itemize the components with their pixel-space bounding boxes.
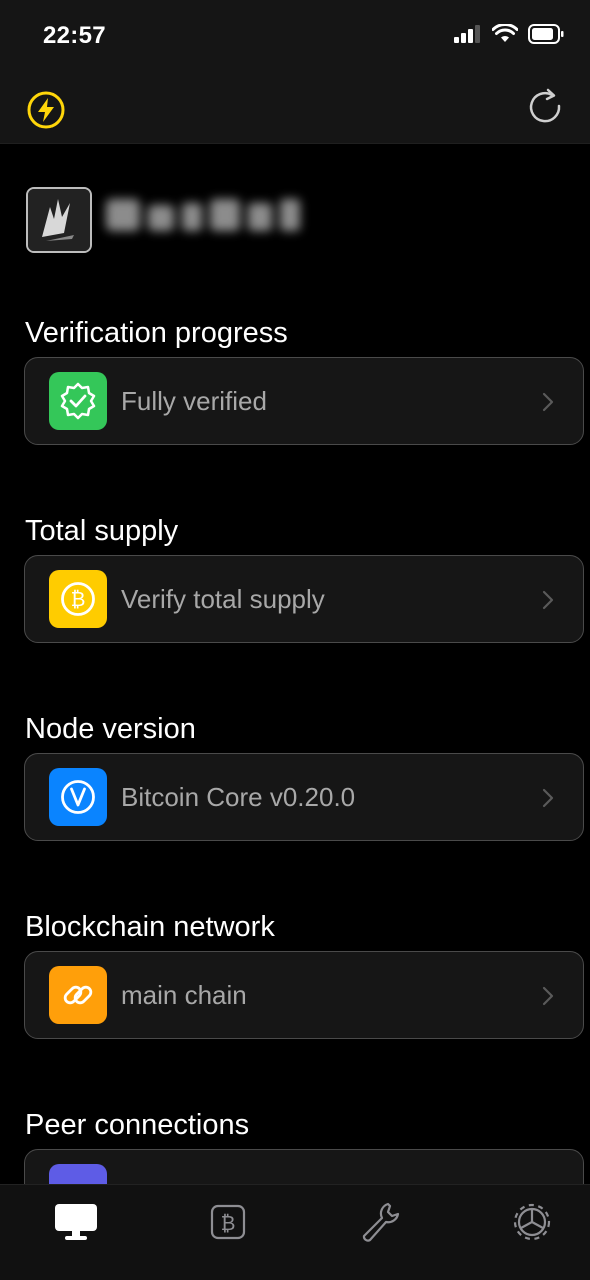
node-name-redacted <box>106 193 306 247</box>
svg-text:₿: ₿ <box>71 587 86 611</box>
row-label: main chain <box>121 979 247 1010</box>
total-supply-row[interactable]: ₿ Verify total supply <box>24 555 584 643</box>
tab-settings[interactable] <box>506 1197 558 1247</box>
top-bar <box>0 76 590 144</box>
peer-connections-row[interactable] <box>24 1149 584 1185</box>
section-title: Blockchain network <box>25 911 275 943</box>
section-title: Peer connections <box>25 1109 250 1141</box>
row-label: Fully verified <box>121 385 267 416</box>
status-time: 22:57 <box>43 22 106 49</box>
verified-badge-icon <box>49 372 107 430</box>
chevron-right-icon <box>542 590 554 610</box>
status-icons <box>454 24 564 44</box>
main-content[interactable]: Verification progress Fully verified Tot… <box>0 145 590 1185</box>
bitcoin-coin-icon: ₿ <box>49 570 107 628</box>
chevron-right-icon <box>542 986 554 1006</box>
wifi-icon <box>492 24 518 42</box>
wrench-icon <box>362 1202 400 1242</box>
chevron-right-icon <box>542 392 554 412</box>
chevron-right-icon <box>542 788 554 808</box>
node-header <box>26 187 306 253</box>
section-title: Total supply <box>25 515 179 547</box>
refresh-icon[interactable] <box>526 86 566 130</box>
verification-row[interactable]: Fully verified <box>24 357 584 445</box>
cellular-signal-icon <box>454 25 480 43</box>
peers-icon <box>49 1164 107 1185</box>
row-label: Verify total supply <box>121 583 325 614</box>
monitor-icon <box>55 1204 97 1240</box>
gear-icon <box>513 1203 551 1241</box>
tab-tools[interactable] <box>354 1197 406 1247</box>
tab-bar: ₿ <box>0 1184 590 1280</box>
status-bar: 22:57 <box>0 0 590 76</box>
svg-text:₿: ₿ <box>221 1211 236 1235</box>
link-icon <box>49 966 107 1024</box>
node-version-row[interactable]: Bitcoin Core v0.20.0 <box>24 753 584 841</box>
section-title: Node version <box>25 713 196 745</box>
version-v-icon <box>49 768 107 826</box>
network-row[interactable]: main chain <box>24 951 584 1039</box>
section-title: Verification progress <box>25 317 288 349</box>
lightning-icon[interactable] <box>26 90 66 130</box>
tab-bitcoin[interactable]: ₿ <box>202 1197 254 1247</box>
node-logo <box>26 187 92 253</box>
battery-icon <box>528 24 564 44</box>
row-label: Bitcoin Core v0.20.0 <box>121 781 356 812</box>
tab-node[interactable] <box>50 1197 102 1247</box>
bitcoin-icon: ₿ <box>210 1204 246 1240</box>
